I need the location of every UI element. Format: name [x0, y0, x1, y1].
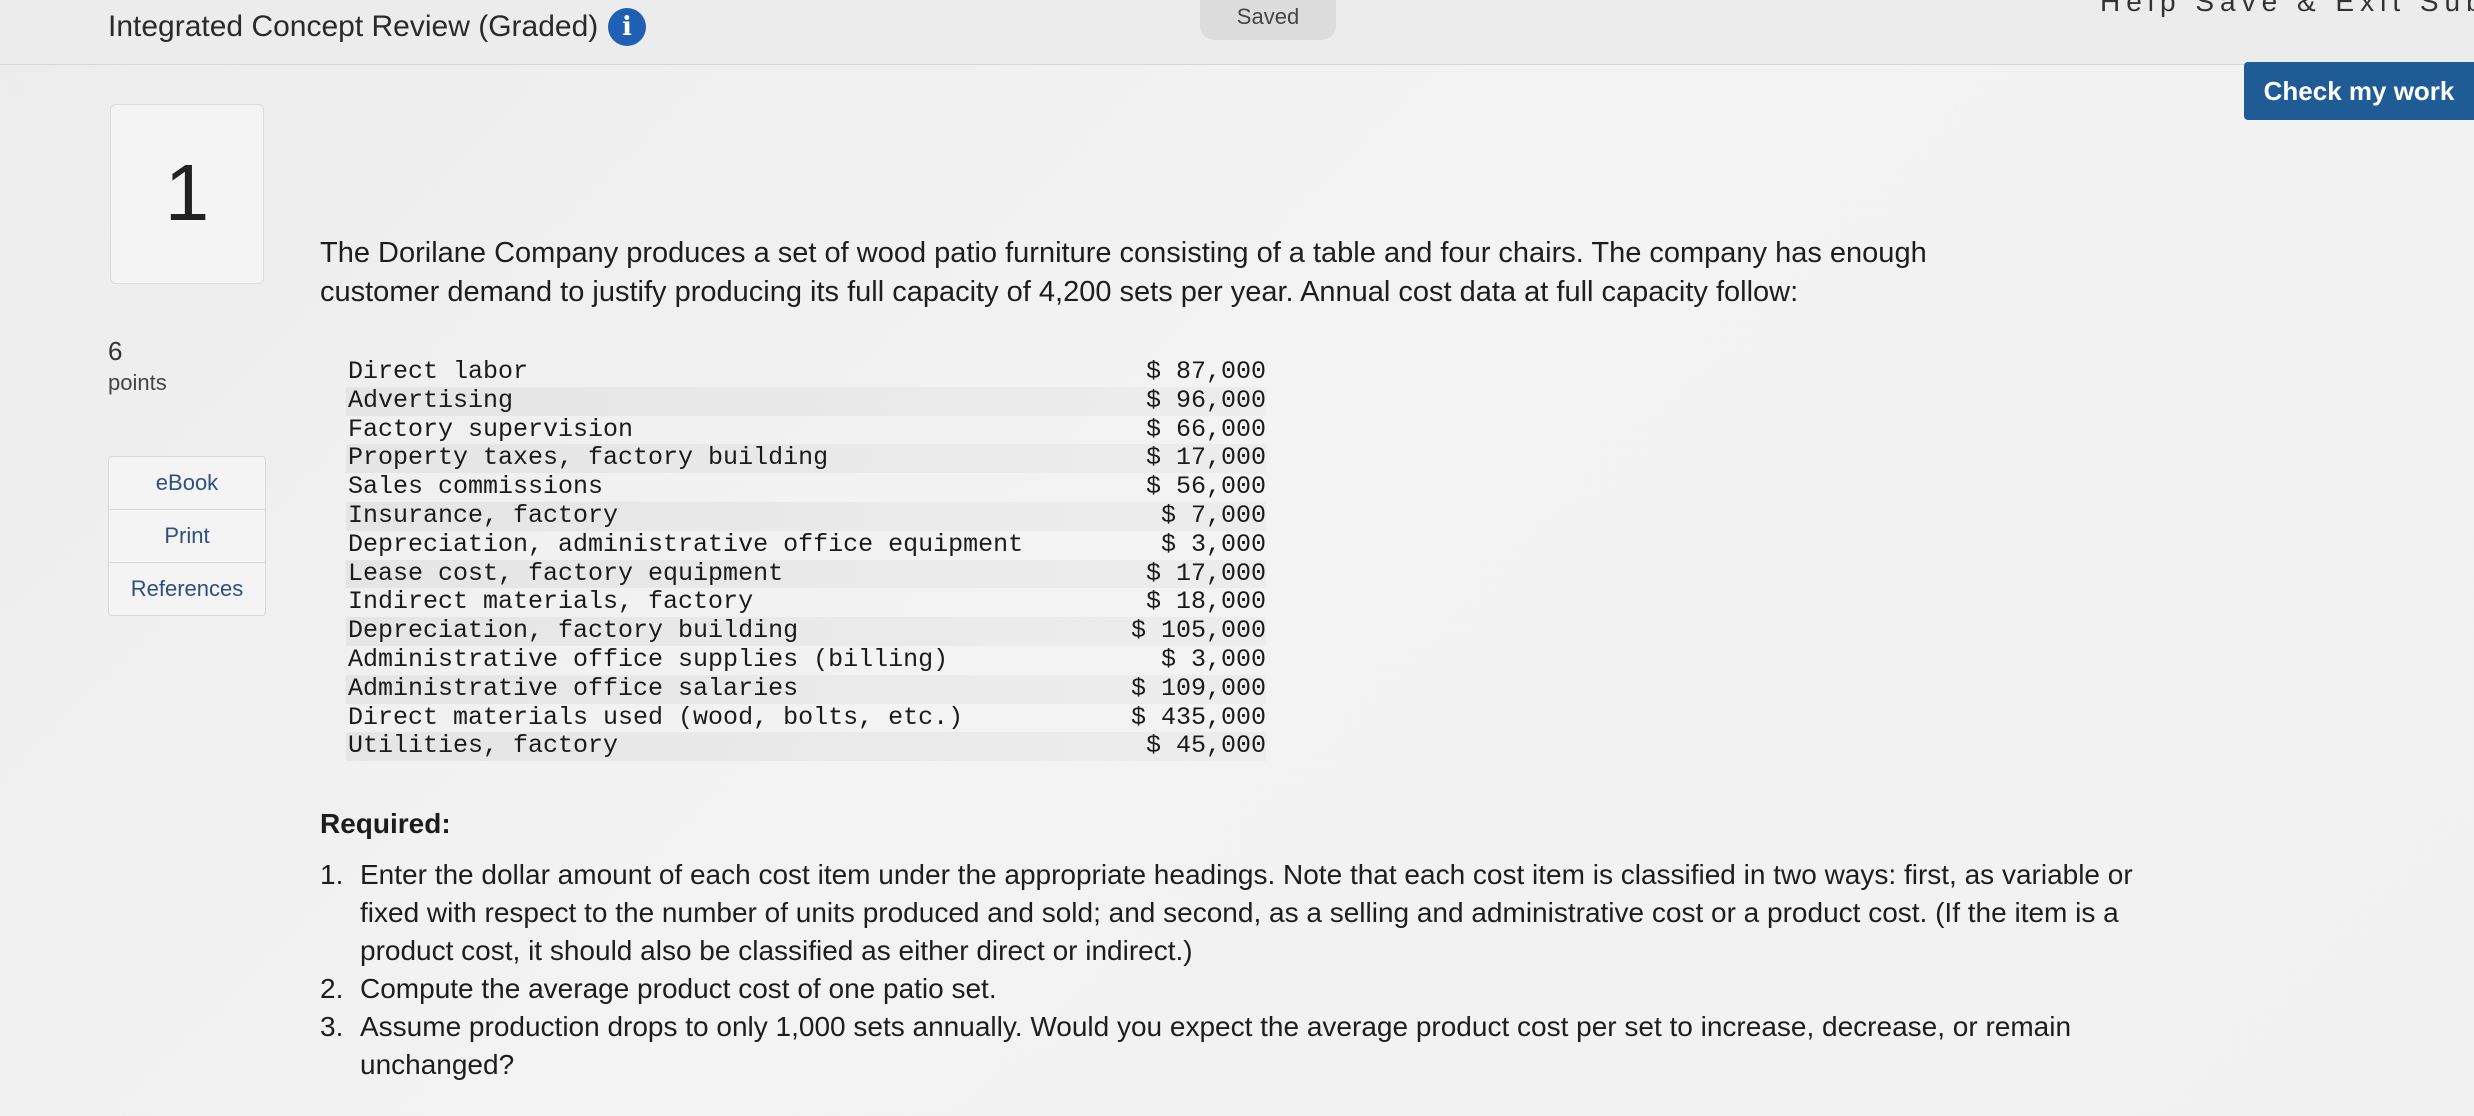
cost-item-amount: $ 109,000	[1130, 673, 1266, 703]
cost-item-amount: $ 435,000	[1130, 702, 1266, 732]
points-label: points	[108, 370, 167, 395]
required-item: 3. Assume production drops to only 1,000 …	[320, 1008, 2180, 1084]
cost-item-label: Insurance, factory	[348, 500, 619, 530]
cost-item-label: Indirect materials, factory	[348, 587, 754, 617]
cost-item-amount: $ 56,000	[1145, 472, 1266, 502]
cost-row: Direct labor $ 87,000	[346, 357, 1266, 387]
cost-row: Administrative office salaries $ 109,000	[346, 673, 1266, 704]
cost-item-label: Sales commissions	[348, 472, 604, 502]
problem-intro: The Dorilane Company produces a set of w…	[320, 237, 1927, 308]
info-icon[interactable]: i	[608, 8, 646, 46]
cost-item-amount: $ 66,000	[1145, 414, 1266, 444]
required-item-text: Enter the dollar amount of each cost ite…	[360, 859, 2133, 966]
saved-indicator: Saved	[1200, 0, 1336, 40]
cost-row: Property taxes, factory building $ 17,000	[346, 443, 1266, 474]
required-item-number: 2.	[320, 973, 344, 1004]
resource-buttons: eBook Print References	[108, 456, 266, 616]
cost-row: Utilities, factory $ 45,000	[346, 731, 1266, 762]
cost-item-label: Depreciation, administrative office equi…	[348, 529, 1024, 559]
required-item: 1. Enter the dollar amount of each cost i…	[320, 856, 2180, 970]
cost-item-amount: $ 96,000	[1145, 385, 1266, 415]
cost-row: Indirect materials, factory $ 18,000	[346, 588, 1266, 617]
cost-item-amount: $ 17,000	[1145, 443, 1266, 473]
cost-row: Advertising $ 96,000	[346, 385, 1266, 416]
question-number: 1	[110, 104, 264, 284]
cost-row: Direct materials used (wood, bolts, etc.…	[346, 702, 1266, 733]
cost-item-label: Factory supervision	[348, 414, 634, 444]
cost-item-label: Advertising	[348, 385, 514, 415]
cost-row: Depreciation, administrative office equi…	[346, 529, 1266, 560]
cost-row: Depreciation, factory building $ 105,000	[346, 616, 1266, 646]
cost-item-amount: $ 7,000	[1160, 500, 1266, 530]
top-links[interactable]: Help Save & Exit Submit	[2100, 0, 2474, 18]
required-item-text: Assume production drops to only 1,000 se…	[360, 1011, 2072, 1080]
cost-data-table: Direct labor $ 87,000 Advertising $ 96,000 F…	[346, 357, 1266, 762]
cost-item-amount: $ 17,000	[1145, 558, 1266, 588]
required-item-text: Compute the average product cost of one …	[360, 973, 997, 1004]
top-bar: Integrated Concept Review (Graded) i Sav…	[0, 0, 2474, 65]
cost-item-label: Depreciation, factory building	[348, 616, 799, 646]
cost-row: Sales commissions $ 56,000	[346, 472, 1266, 502]
cost-item-label: Administrative office salaries	[348, 673, 799, 703]
assignment-title: Integrated Concept Review (Graded)	[108, 10, 599, 43]
points-value: 6	[108, 336, 123, 366]
cost-item-amount: $ 18,000	[1145, 587, 1266, 617]
cost-item-amount: $ 3,000	[1160, 529, 1266, 559]
cost-item-label: Property taxes, factory building	[348, 443, 829, 473]
required-item: 2. Compute the average product cost of on…	[320, 970, 2180, 1008]
cost-item-label: Direct labor	[348, 357, 529, 386]
cost-item-amount: $ 87,000	[1145, 357, 1266, 386]
check-my-work-button[interactable]: Check my work	[2244, 62, 2474, 120]
cost-row: Administrative office supplies (billing)…	[346, 644, 1266, 675]
cost-item-label: Lease cost, factory equipment	[348, 558, 784, 588]
cost-item-amount: $ 45,000	[1145, 731, 1266, 761]
cost-row: Lease cost, factory equipment $ 17,000	[346, 558, 1266, 589]
references-button[interactable]: References	[109, 563, 265, 615]
required-heading: Required:	[320, 808, 451, 839]
cost-row: Insurance, factory $ 7,000	[346, 500, 1266, 531]
required-list: 1. Enter the dollar amount of each cost i…	[320, 856, 2180, 1084]
cost-item-amount: $ 105,000	[1130, 616, 1266, 646]
ebook-button[interactable]: eBook	[109, 457, 265, 510]
required-item-number: 3.	[320, 1011, 344, 1042]
cost-item-label: Administrative office supplies (billing)	[348, 644, 949, 674]
cost-item-label: Utilities, factory	[348, 731, 619, 761]
cost-row: Factory supervision $ 66,000	[346, 414, 1266, 445]
cost-item-amount: $ 3,000	[1160, 644, 1266, 674]
cost-item-label: Direct materials used (wood, bolts, etc.…	[348, 702, 964, 732]
required-item-number: 1.	[320, 859, 344, 890]
print-button[interactable]: Print	[109, 510, 265, 563]
